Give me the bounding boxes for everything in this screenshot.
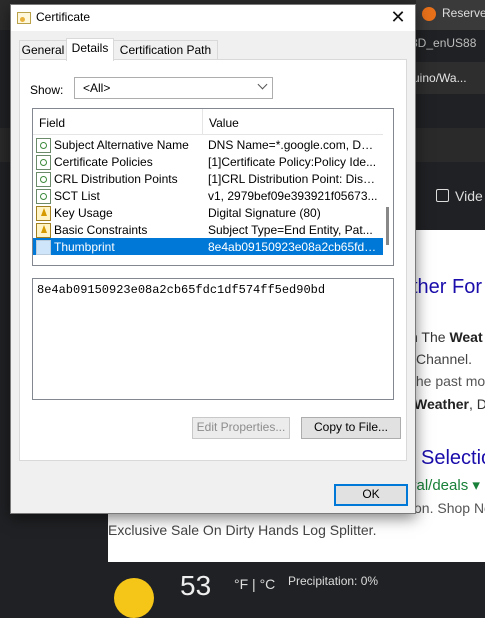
tab-details[interactable]: Details: [66, 38, 114, 61]
weather-widget: 53 °F | °C Precipitation: 0%: [108, 566, 485, 618]
certificate-icon: [17, 12, 31, 24]
column-header-value[interactable]: Value: [209, 116, 239, 130]
row-value: Digital Signature (80): [208, 206, 321, 220]
result-url[interactable]: yal/deals ▾: [409, 476, 480, 494]
row-field: CRL Distribution Points: [54, 172, 178, 186]
browser-tab[interactable]: Reserve: [416, 0, 485, 30]
list-header: Field Value: [33, 109, 383, 135]
list-row[interactable]: Subject Alternative Name DNS Name=*.googl…: [33, 136, 383, 153]
certificate-field-icon: [36, 172, 51, 187]
snippet-bold-text: Weat: [449, 329, 483, 345]
copy-to-file-button[interactable]: Copy to File...: [301, 417, 401, 439]
show-dropdown[interactable]: <All>: [74, 77, 273, 99]
site-favicon-icon: [422, 6, 436, 21]
weather-temperature: 53: [180, 570, 212, 601]
chevron-down-icon: [257, 79, 268, 90]
page-breadcrumb[interactable]: uino/Wa...: [405, 62, 485, 94]
precipitation-text: Precipitation: 0%: [288, 574, 379, 588]
result-title-link[interactable]: ther For: [412, 276, 482, 299]
certificate-field-icon: [36, 155, 51, 170]
certificate-field-icon: [36, 240, 51, 255]
row-value: [1]CRL Distribution Point: Distr...: [208, 172, 378, 186]
field-value-text[interactable]: 8e4ab09150923e08a2cb65fdc1df574ff5ed90bd: [37, 283, 325, 297]
result-snippet-line: on. Shop No: [414, 500, 485, 516]
result-snippet-line: Channel.: [416, 351, 473, 367]
critical-extension-icon: [36, 206, 51, 221]
row-value: v1, 2979bef09e393921f05673...: [208, 189, 378, 203]
snippet-bold-text: Weather: [414, 396, 469, 412]
edit-properties-button[interactable]: Edit Properties...: [192, 417, 290, 439]
partly-cloudy-icon: [114, 578, 154, 618]
column-header-field[interactable]: Field: [39, 116, 65, 130]
certificate-field-icon: [36, 189, 51, 204]
row-field: Key Usage: [54, 206, 113, 220]
field-value-box[interactable]: 8e4ab09150923e08a2cb65fdc1df574ff5ed90bd: [32, 278, 394, 400]
row-value: Subject Type=End Entity, Pat...: [208, 223, 373, 237]
fields-list[interactable]: Field Value Subject Alternative Name DNS …: [32, 108, 394, 266]
tab-general[interactable]: General: [19, 40, 67, 60]
show-dropdown-value: <All>: [83, 81, 111, 95]
certificate-dialog: Certificate ✕ General Details Certificat…: [10, 4, 416, 514]
dialog-title-bar[interactable]: Certificate ✕: [11, 5, 415, 31]
list-row[interactable]: Certificate Policies [1]Certificate Polic…: [33, 153, 383, 170]
dialog-title: Certificate: [36, 10, 91, 24]
result-snippet-line: Weather, D: [414, 396, 485, 412]
row-value: DNS Name=*.google.com, DN...: [208, 138, 378, 152]
row-field: Subject Alternative Name: [54, 138, 189, 152]
row-field: Basic Constraints: [54, 223, 148, 237]
critical-extension-icon: [36, 223, 51, 238]
row-value: 8e4ab09150923e08a2cb65fdc...: [208, 240, 378, 254]
show-label: Show:: [30, 83, 64, 97]
row-field: SCT List: [54, 189, 100, 203]
result-snippet-line: the past mo: [412, 373, 485, 389]
result-title-link[interactable]: Selectio: [421, 447, 485, 470]
videos-filter-tab[interactable]: Vide: [436, 188, 483, 204]
tab-certification-path[interactable]: Certification Path: [113, 40, 218, 60]
column-divider[interactable]: [202, 109, 203, 134]
list-row[interactable]: Key Usage Digital Signature (80): [33, 204, 383, 221]
scrollbar-thumb[interactable]: [386, 207, 389, 245]
address-bar-fragment[interactable]: 3D_enUS88: [411, 36, 476, 50]
result-snippet-line: h The Weat: [410, 329, 483, 345]
certificate-field-icon: [36, 138, 51, 153]
list-row[interactable]: Basic Constraints Subject Type=End Entity…: [33, 221, 383, 238]
close-button[interactable]: ✕: [381, 5, 415, 31]
browser-tab-label: Reserve: [442, 6, 485, 20]
list-row[interactable]: SCT List v1, 2979bef09e393921f05673...: [33, 187, 383, 204]
snippet-text: , D: [468, 396, 485, 412]
details-panel: Show: <All> Field Value Subject Alternat…: [19, 59, 407, 461]
list-row[interactable]: Thumbprint 8e4ab09150923e08a2cb65fdc...: [33, 238, 383, 255]
video-icon: [436, 189, 449, 202]
row-value: [1]Certificate Policy:Policy Ide...: [208, 155, 377, 169]
row-field: Thumbprint: [54, 240, 115, 254]
videos-filter-label: Vide: [455, 188, 483, 204]
temperature-unit-toggle[interactable]: °F | °C: [234, 576, 275, 592]
list-row[interactable]: CRL Distribution Points [1]CRL Distributi…: [33, 170, 383, 187]
result-snippet-line: Exclusive Sale On Dirty Hands Log Splitt…: [108, 522, 377, 538]
row-field: Certificate Policies: [54, 155, 153, 169]
ok-button[interactable]: OK: [334, 484, 408, 506]
